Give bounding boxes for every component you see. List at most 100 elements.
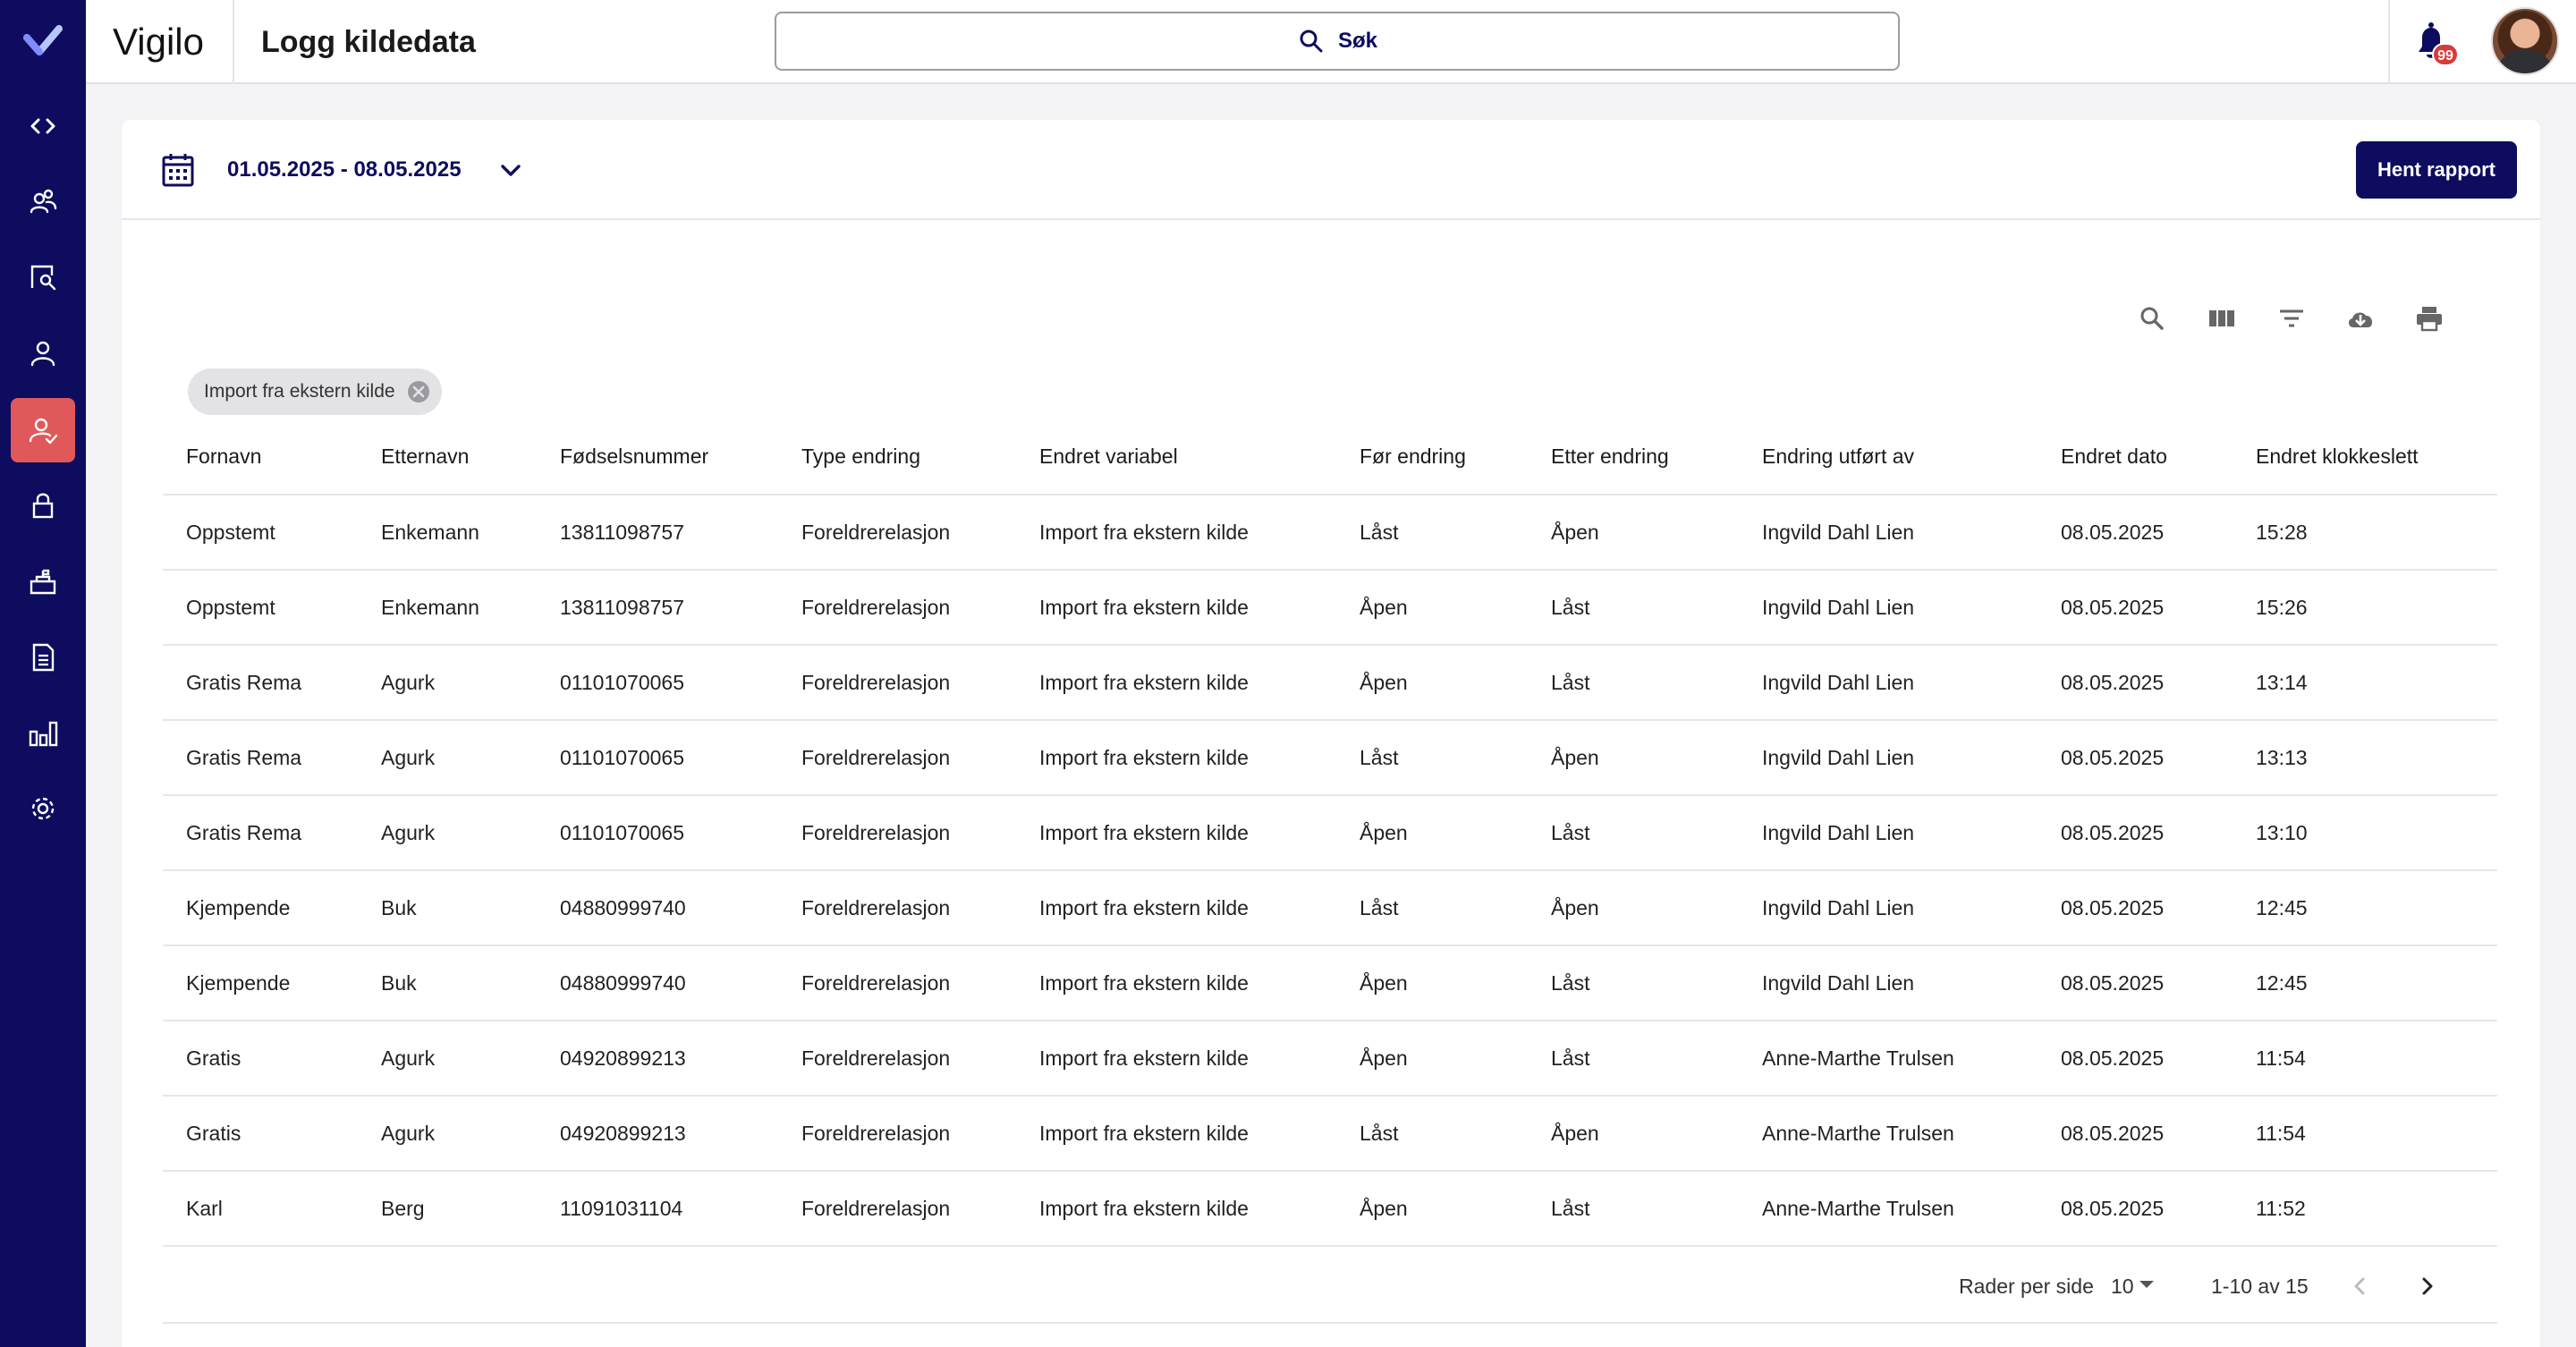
cell-changed-by: Ingvild Dahl Lien [1762, 595, 1915, 619]
table-row[interactable]: Gratis Rema Agurk 01101070065 Foreldrerelas… [163, 646, 2497, 721]
cell-after: Åpen [1551, 745, 1599, 769]
table-row[interactable]: Gratis Agurk 04920899213 Foreldrerelasjon Im… [163, 1097, 2497, 1172]
cell-changed-variable: Import fra ekstern kilde [1039, 595, 1249, 619]
bar-chart-icon [29, 721, 58, 747]
cell-ssn: 04920899213 [560, 1121, 686, 1145]
table-row[interactable]: Gratis Rema Agurk 01101070065 Foreldrerelas… [163, 796, 2497, 871]
cell-changed-variable: Import fra ekstern kilde [1039, 745, 1249, 769]
cell-changed-variable: Import fra ekstern kilde [1039, 1196, 1249, 1220]
cell-changed-time: 11:54 [2256, 1046, 2306, 1070]
cell-first-name: Oppstemt [186, 595, 275, 619]
cell-changed-date: 08.05.2025 [2061, 595, 2165, 619]
search-label: Søk [1337, 29, 1377, 53]
table-row[interactable]: Oppstemt Enkemann 13811098757 Foreldrerelas… [163, 571, 2497, 646]
page-range: 1-10 av 15 [2211, 1275, 2309, 1298]
table-row[interactable]: Gratis Agurk 04920899213 Foreldrerelasjon Im… [163, 1021, 2497, 1097]
chevron-left-icon[interactable] [2345, 1272, 2374, 1300]
table-search-button[interactable] [2129, 295, 2175, 342]
calendar-icon[interactable] [161, 152, 195, 188]
cell-changed-by: Anne-Marthe Trulsen [1762, 1196, 1954, 1220]
download-button[interactable] [2337, 295, 2384, 342]
sidebar-item-statistics[interactable] [11, 701, 75, 766]
vigilo-logo-icon[interactable] [23, 25, 63, 57]
filter-icon [2280, 309, 2303, 327]
cell-changed-time: 13:13 [2256, 745, 2308, 769]
users-icon [30, 189, 57, 214]
column-header-ssn[interactable]: Fødselsnummer [560, 419, 708, 494]
chevron-down-icon[interactable] [497, 157, 524, 184]
notification-badge: 99 [2432, 43, 2459, 66]
cell-last-name: Enkemann [381, 595, 479, 619]
cell-changed-date: 08.05.2025 [2061, 670, 2165, 694]
column-header-changed-by[interactable]: Endring utført av [1762, 419, 1914, 494]
fetch-report-button[interactable]: Hent rapport [2356, 141, 2517, 199]
sidebar-item-search-person[interactable] [11, 245, 75, 309]
cell-change-type: Foreldrerelasjon [801, 895, 951, 919]
date-range[interactable]: 01.05.2025 - 08.05.2025 [227, 120, 462, 220]
print-button[interactable] [2406, 295, 2453, 342]
sidebar-item-document[interactable] [11, 625, 75, 690]
person-check-icon [29, 418, 58, 445]
sidebar-item-users[interactable] [11, 170, 75, 234]
cell-ssn: 04880999740 [560, 895, 686, 919]
cell-changed-date: 08.05.2025 [2061, 520, 2165, 544]
sidebar-item-lock[interactable] [11, 473, 75, 538]
chevron-right-icon[interactable] [2413, 1272, 2442, 1300]
sidebar-item-person-check[interactable] [11, 398, 75, 462]
header-divider [233, 0, 234, 84]
cell-changed-date: 08.05.2025 [2061, 1121, 2165, 1145]
filter-chip[interactable]: Import fra ekstern kilde [188, 369, 442, 415]
gear-icon [31, 797, 55, 820]
lock-icon [32, 493, 54, 519]
column-header-last-name[interactable]: Etternavn [381, 419, 469, 494]
column-header-first-name[interactable]: Fornavn [186, 419, 261, 494]
rows-per-page-select[interactable]: 10 [2111, 1249, 2134, 1324]
table-row[interactable]: Kjempende Buk 04880999740 Foreldrerelasjon I… [163, 946, 2497, 1021]
cell-ssn: 01101070065 [560, 745, 684, 769]
sidebar-item-code[interactable] [11, 94, 75, 158]
cell-changed-by: Anne-Marthe Trulsen [1762, 1046, 1954, 1070]
cell-first-name: Kjempende [186, 970, 291, 995]
cell-ssn: 01101070065 [560, 820, 684, 844]
cell-change-type: Foreldrerelasjon [801, 670, 951, 694]
filter-chip-label: Import fra ekstern kilde [204, 381, 395, 402]
cell-changed-by: Ingvild Dahl Lien [1762, 670, 1915, 694]
caret-down-icon[interactable] [2140, 1281, 2154, 1288]
cell-after: Låst [1551, 820, 1590, 844]
sidebar-item-school[interactable] [11, 549, 75, 614]
column-header-changed-variable[interactable]: Endret variabel [1039, 419, 1178, 494]
cell-changed-variable: Import fra ekstern kilde [1039, 895, 1249, 919]
cell-before: Åpen [1360, 595, 1408, 619]
cell-change-type: Foreldrerelasjon [801, 595, 951, 619]
table-row[interactable]: Oppstemt Enkemann 13811098757 Foreldrerelas… [163, 496, 2497, 571]
close-icon[interactable] [406, 379, 431, 404]
cell-last-name: Berg [381, 1196, 425, 1220]
sidebar-item-person[interactable] [11, 321, 75, 385]
cell-last-name: Agurk [381, 745, 436, 769]
search-input[interactable]: Søk [775, 12, 1900, 71]
columns-button[interactable] [2199, 295, 2245, 342]
brand-name[interactable]: Vigilo [113, 0, 204, 84]
cell-before: Låst [1360, 895, 1399, 919]
cell-changed-variable: Import fra ekstern kilde [1039, 820, 1249, 844]
school-icon [30, 569, 56, 595]
table-row[interactable]: Kjempende Buk 04880999740 Foreldrerelasjon I… [163, 871, 2497, 946]
table-row[interactable]: Gratis Rema Agurk 01101070065 Foreldrerelas… [163, 721, 2497, 796]
avatar[interactable] [2491, 7, 2559, 75]
table-row[interactable]: Karl Berg 11091031104 Foreldrerelasjon Impor… [163, 1172, 2497, 1247]
cell-change-type: Foreldrerelasjon [801, 1046, 951, 1070]
column-header-after[interactable]: Etter endring [1551, 419, 1669, 494]
column-header-change-type[interactable]: Type endring [801, 419, 920, 494]
cell-after: Låst [1551, 670, 1590, 694]
sidebar-item-settings[interactable] [11, 776, 75, 841]
cell-before: Åpen [1360, 1196, 1408, 1220]
filter-button[interactable] [2268, 295, 2315, 342]
column-header-changed-date[interactable]: Endret dato [2061, 419, 2167, 494]
cell-first-name: Gratis Rema [186, 745, 302, 769]
column-header-before[interactable]: Før endring [1360, 419, 1466, 494]
column-header-changed-time[interactable]: Endret klokkeslett [2256, 419, 2419, 494]
cell-before: Åpen [1360, 670, 1408, 694]
cell-ssn: 01101070065 [560, 670, 684, 694]
cell-before: Låst [1360, 745, 1399, 769]
cell-change-type: Foreldrerelasjon [801, 745, 951, 769]
